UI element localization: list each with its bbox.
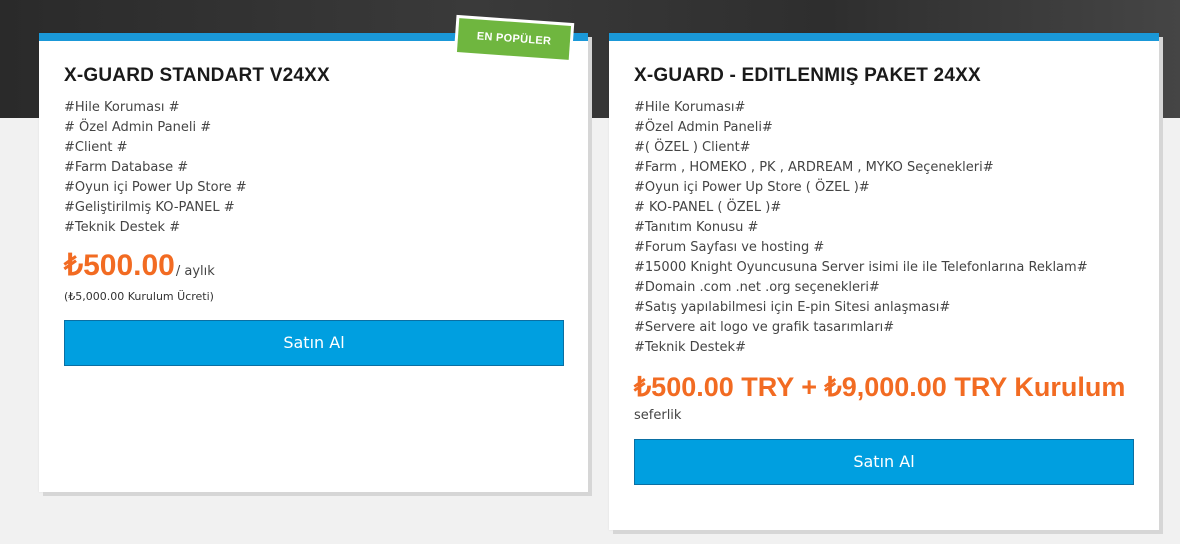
billing-period: / aylık [175,264,215,279]
feature-item: #Domain .com .net .org seçenekleri# [634,280,880,295]
buy-button[interactable]: Satın Al [634,439,1134,485]
feature-list: #Hile Koruması# #Özel Admin Paneli# #( Ö… [634,98,1134,358]
feature-item: #Özel Admin Paneli# [634,120,773,135]
plan-title: X-GUARD - EDITLENMIŞ PAKET 24XX [634,65,981,86]
feature-item: #Satış yapılabilmesi için E-pin Sitesi a… [634,300,951,315]
feature-item: #Forum Sayfası ve hosting # [634,240,825,255]
price-row: ₺500.00 / aylık [64,248,563,284]
feature-item: #Teknik Destek # [64,220,181,235]
feature-item: # KO-PANEL ( ÖZEL )# [634,200,782,215]
feature-item: #Tanıtım Konusu # [634,220,759,235]
feature-item: # Özel Admin Paneli # [64,120,212,135]
buy-button[interactable]: Satın Al [64,320,564,366]
feature-item: #( ÖZEL ) Client# [634,140,751,155]
plan-price: ₺500.00 TRY + ₺9,000.00 TRY Kurulum [634,372,1126,402]
pricing-card-editlenmis: X-GUARD - EDITLENMIŞ PAKET 24XX #Hile Ko… [609,33,1159,530]
plan-price: ₺500.00 [64,249,175,282]
feature-item: #Oyun içi Power Up Store # [64,180,247,195]
feature-list: #Hile Koruması # # Özel Admin Paneli # #… [64,98,563,238]
billing-period: seferlik [634,408,682,423]
pricing-card-standart: X-GUARD STANDART V24XX #Hile Koruması # … [39,33,588,492]
feature-item: #Client # [64,140,128,155]
feature-item: #Farm Database # [64,160,189,175]
feature-item: #Servere ait logo ve grafik tasarımları# [634,320,895,335]
plan-title: X-GUARD STANDART V24XX [64,65,330,86]
feature-item: #Oyun içi Power Up Store ( ÖZEL )# [634,180,870,195]
feature-item: #Hile Koruması # [64,100,180,115]
feature-item: #Teknik Destek# [634,340,746,355]
feature-item: #Hile Koruması# [634,100,746,115]
feature-item: #15000 Knight Oyuncusuna Server isimi il… [634,260,1088,275]
feature-item: #Farm , HOMEKO , PK , ARDREAM , MYKO Seç… [634,160,994,175]
feature-item: #Geliştirilmiş KO-PANEL # [64,200,235,215]
setup-fee: (₺5,000.00 Kurulum Ücreti) [64,290,214,303]
